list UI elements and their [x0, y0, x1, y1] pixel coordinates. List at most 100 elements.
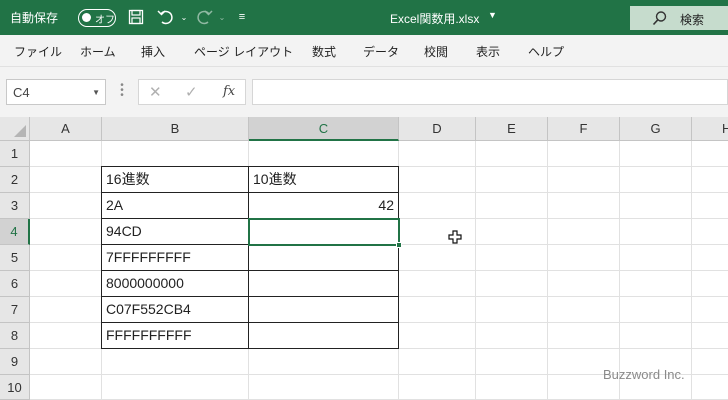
grid-cell[interactable] — [476, 219, 548, 245]
tab-view[interactable]: 表示 — [476, 43, 500, 60]
grid-cell[interactable] — [399, 245, 476, 271]
grid-cell[interactable] — [399, 167, 476, 193]
cell-b7[interactable]: C07F552CB4 — [101, 296, 249, 323]
grid-cell[interactable] — [548, 167, 620, 193]
grid-cell[interactable] — [249, 141, 399, 167]
grid-cell[interactable] — [399, 193, 476, 219]
cell-c5[interactable] — [248, 244, 399, 271]
document-title-caret-icon[interactable]: ▼ — [488, 10, 497, 20]
grid-cell[interactable] — [548, 219, 620, 245]
cell-c7[interactable] — [248, 296, 399, 323]
column-header-c[interactable]: C — [249, 117, 399, 141]
grid-cell[interactable] — [30, 193, 102, 219]
tab-help[interactable]: ヘルプ — [528, 43, 564, 60]
grid-cell[interactable] — [476, 167, 548, 193]
grid-cell[interactable] — [692, 219, 728, 245]
grid-cell[interactable] — [30, 323, 102, 349]
document-title[interactable]: Excel関数用.xlsx — [390, 10, 479, 27]
grid-cell[interactable] — [399, 219, 476, 245]
tab-file[interactable]: ファイル — [14, 43, 62, 60]
cancel-icon[interactable]: ✕ — [149, 83, 162, 101]
grid-cell[interactable] — [30, 141, 102, 167]
tab-review[interactable]: 校閲 — [424, 43, 448, 60]
grid-cell[interactable] — [692, 349, 728, 375]
row-header-10[interactable]: 10 — [0, 375, 30, 400]
cell-c8[interactable] — [248, 322, 399, 349]
cell-b2[interactable]: 16進数 — [101, 166, 249, 193]
name-box[interactable]: C4 ▼ — [6, 79, 106, 105]
grid-cell[interactable] — [548, 193, 620, 219]
grid-cell[interactable] — [548, 323, 620, 349]
grid-cell[interactable] — [692, 245, 728, 271]
grid-cell[interactable] — [102, 375, 249, 400]
column-header-h[interactable]: H — [692, 117, 728, 141]
grid-cell[interactable] — [476, 375, 548, 400]
redo-dropdown-icon[interactable]: ⌄ — [213, 8, 231, 26]
name-box-dropdown-icon[interactable]: ▼ — [92, 88, 100, 97]
autosave-toggle[interactable]: オフ — [78, 9, 116, 27]
fill-handle[interactable] — [396, 242, 402, 248]
row-header-8[interactable]: 8 — [0, 323, 30, 349]
search-box[interactable]: 検索 — [630, 6, 728, 30]
grid-cell[interactable] — [548, 245, 620, 271]
save-icon[interactable] — [127, 8, 145, 26]
grid-cell[interactable] — [476, 271, 548, 297]
tab-data[interactable]: データ — [363, 43, 399, 60]
grip-icon[interactable]: • • • — [119, 81, 125, 101]
grid-cell[interactable] — [476, 297, 548, 323]
grid-cell[interactable] — [548, 141, 620, 167]
row-header-5[interactable]: 5 — [0, 245, 30, 271]
row-header-4[interactable]: 4 — [0, 219, 30, 245]
grid-cell[interactable] — [399, 323, 476, 349]
grid-cell[interactable] — [399, 349, 476, 375]
grid-cell[interactable] — [30, 271, 102, 297]
cell-b8[interactable]: FFFFFFFFFF — [101, 322, 249, 349]
row-header-1[interactable]: 1 — [0, 141, 30, 167]
grid-cell[interactable] — [692, 141, 728, 167]
cell-b3[interactable]: 2A — [101, 192, 249, 219]
column-header-g[interactable]: G — [620, 117, 692, 141]
customize-icon[interactable]: ≡ — [233, 8, 251, 26]
grid-cell[interactable] — [249, 375, 399, 400]
grid-cell[interactable] — [399, 141, 476, 167]
grid-cell[interactable] — [476, 141, 548, 167]
grid-cell[interactable] — [476, 245, 548, 271]
grid-cell[interactable] — [476, 349, 548, 375]
grid-cell[interactable] — [692, 167, 728, 193]
grid-cell[interactable] — [692, 297, 728, 323]
grid-cell[interactable] — [30, 245, 102, 271]
grid-cell[interactable] — [249, 349, 399, 375]
column-header-a[interactable]: A — [30, 117, 102, 141]
grid-cell[interactable] — [620, 219, 692, 245]
tab-insert[interactable]: 挿入 — [141, 43, 165, 60]
grid-cell[interactable] — [692, 375, 728, 400]
grid-cell[interactable] — [620, 141, 692, 167]
grid-cell[interactable] — [102, 349, 249, 375]
column-header-e[interactable]: E — [476, 117, 548, 141]
grid-cell[interactable] — [620, 193, 692, 219]
grid-cell[interactable] — [399, 271, 476, 297]
grid-cell[interactable] — [620, 271, 692, 297]
row-header-3[interactable]: 3 — [0, 193, 30, 219]
select-all-button[interactable] — [0, 117, 30, 141]
column-header-f[interactable]: F — [548, 117, 620, 141]
grid-cell[interactable] — [30, 375, 102, 400]
grid-cell[interactable] — [692, 193, 728, 219]
grid-cell[interactable] — [692, 323, 728, 349]
cell-c3[interactable]: 42 — [248, 192, 399, 219]
grid-cell[interactable] — [399, 297, 476, 323]
column-header-b[interactable]: B — [102, 117, 249, 141]
grid-cell[interactable] — [620, 245, 692, 271]
cell-b4[interactable]: 94CD — [101, 218, 249, 245]
grid-cell[interactable] — [620, 323, 692, 349]
grid-cell[interactable] — [30, 167, 102, 193]
tab-page-layout[interactable]: ページ レイアウト — [194, 43, 293, 60]
redo-icon[interactable] — [195, 8, 213, 26]
grid-cell[interactable] — [548, 271, 620, 297]
row-header-2[interactable]: 2 — [0, 167, 30, 193]
undo-dropdown-icon[interactable]: ⌄ — [175, 8, 193, 26]
grid-cell[interactable] — [620, 167, 692, 193]
row-header-6[interactable]: 6 — [0, 271, 30, 297]
formula-input[interactable] — [252, 79, 728, 105]
grid-cell[interactable] — [476, 193, 548, 219]
